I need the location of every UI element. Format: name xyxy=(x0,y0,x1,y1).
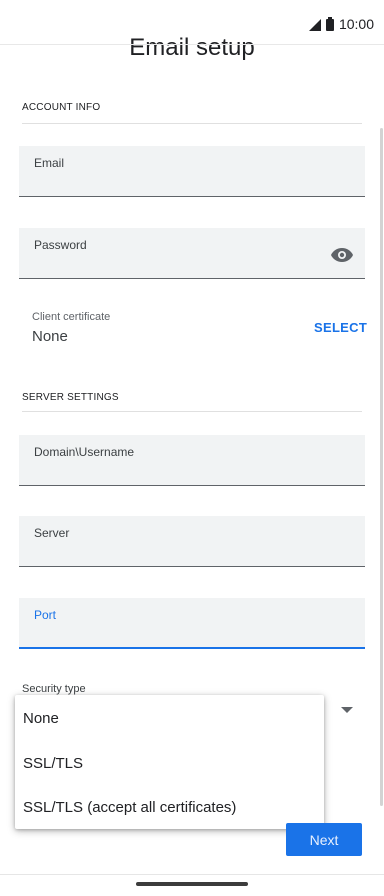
security-type-menu: None SSL/TLS SSL/TLS (accept all certifi… xyxy=(15,695,324,829)
menu-item-none[interactable]: None xyxy=(23,710,59,727)
password-field[interactable]: Password xyxy=(19,228,365,279)
menu-item-ssl-tls[interactable]: SSL/TLS xyxy=(23,755,83,772)
client-certificate-value: None xyxy=(32,328,68,345)
status-time: 10:00 xyxy=(338,16,374,32)
home-indicator[interactable] xyxy=(136,882,248,886)
server-settings-divider xyxy=(22,411,362,412)
page-title: Email setup xyxy=(129,34,255,61)
signal-icon xyxy=(309,19,321,31)
client-certificate-label: Client certificate xyxy=(32,311,111,323)
header-divider xyxy=(0,44,384,45)
domain-username-label: Domain\Username xyxy=(34,445,135,459)
server-field-label: Server xyxy=(34,526,70,540)
select-certificate-button[interactable]: SELECT xyxy=(314,320,367,335)
server-settings-heading: SERVER SETTINGS xyxy=(22,392,119,403)
email-field-label: Email xyxy=(34,156,65,170)
next-button[interactable]: Next xyxy=(286,823,362,856)
menu-item-ssl-tls-accept-all[interactable]: SSL/TLS (accept all certificates) xyxy=(23,799,236,816)
battery-icon xyxy=(326,17,334,31)
scrollbar[interactable] xyxy=(380,128,383,806)
email-field[interactable]: Email xyxy=(19,146,365,197)
account-info-heading: ACCOUNT INFO xyxy=(22,102,101,113)
chevron-down-icon[interactable] xyxy=(341,707,353,714)
account-info-divider xyxy=(22,123,362,124)
server-field[interactable]: Server xyxy=(19,516,365,567)
nav-divider xyxy=(0,874,384,875)
port-field-label: Port xyxy=(34,608,57,622)
security-type-label: Security type xyxy=(22,683,86,695)
domain-username-field[interactable]: Domain\Username xyxy=(19,435,365,486)
password-field-label: Password xyxy=(34,238,87,252)
eye-icon[interactable] xyxy=(331,248,353,262)
port-field[interactable]: Port xyxy=(19,598,365,649)
